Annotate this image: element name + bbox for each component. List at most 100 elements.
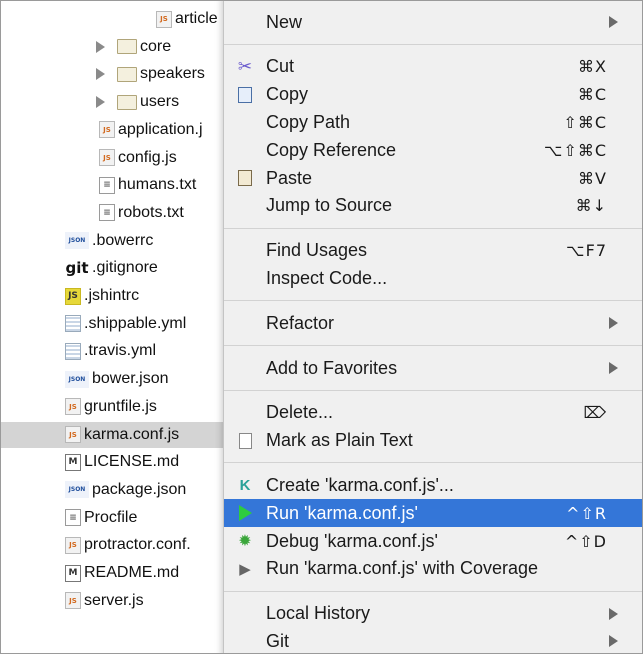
menu-item-label: Run 'karma.conf.js' with Coverage	[266, 558, 538, 579]
menu-item-label: Local History	[266, 603, 371, 624]
menu-item-local-history[interactable]: Local History	[224, 600, 642, 628]
menu-item-git[interactable]: Git	[224, 627, 642, 653]
copy-icon	[234, 84, 256, 106]
menu-item-copy[interactable]: Copy ⌘C	[224, 81, 642, 109]
tree-item-label: .gitignore	[92, 259, 158, 277]
tree-item-label: README.md	[84, 564, 180, 581]
menu-item-create-karma-conf-js[interactable]: K Create 'karma.conf.js'...	[224, 471, 642, 499]
menu-item-label: Cut	[266, 56, 295, 77]
menu-item-label: Delete...	[266, 402, 334, 423]
submenu-arrow-icon	[609, 362, 618, 374]
tree-item-label: protractor.conf.	[84, 536, 191, 554]
text-file-icon: ≡	[99, 204, 115, 222]
js-file-icon: JS	[65, 398, 81, 416]
menu-item-refactor[interactable]: Refactor	[224, 309, 642, 337]
menu-item-label: Inspect Code...	[266, 267, 388, 288]
js-file-icon: JS	[65, 536, 81, 554]
tree-item-label: .shippable.yml	[84, 314, 187, 332]
menu-item-label: Git	[266, 630, 290, 651]
js-file-icon: JS	[65, 426, 81, 443]
coverage-icon: ▶	[239, 560, 251, 578]
tree-item-label: speakers	[140, 65, 205, 83]
paste-icon	[234, 167, 256, 189]
menu-item-shortcut: ⌘V	[578, 168, 607, 188]
tree-item-label: robots.txt	[118, 203, 184, 221]
menu-item-label: Jump to Source	[266, 195, 393, 216]
menu-item-run-karma-conf-js[interactable]: Run 'karma.conf.js' ^⇧R	[224, 499, 642, 528]
submenu-arrow-icon	[609, 635, 618, 648]
menu-separator	[224, 300, 642, 302]
markdown-file-icon: M	[65, 453, 81, 471]
menu-item-new[interactable]: New	[224, 8, 642, 36]
menu-separator	[224, 590, 642, 592]
tree-item-label: config.js	[118, 148, 177, 166]
folder-icon	[117, 94, 137, 110]
scissors-icon: ✂	[237, 56, 253, 76]
menu-item-shortcut: ⌥F7	[566, 241, 607, 261]
submenu-arrow-icon	[609, 317, 618, 330]
yml-file-icon	[65, 315, 81, 333]
expand-arrow-icon[interactable]	[96, 40, 105, 53]
menu-item-label: New	[266, 11, 303, 32]
tree-item-label: users	[140, 93, 180, 111]
menu-item-label: Copy Reference	[266, 139, 397, 160]
tree-item-label: .bowerrc	[92, 231, 154, 249]
menu-item-jump-to-source[interactable]: Jump to Source ⌘↓	[224, 192, 642, 220]
json-file-icon: JSON	[65, 481, 89, 499]
menu-item-find-usages[interactable]: Find Usages ⌥F7	[224, 237, 642, 265]
menu-item-copy-reference[interactable]: Copy Reference ⌥⇧⌘C	[224, 136, 642, 164]
yml-file-icon	[65, 342, 81, 360]
submenu-arrow-icon	[609, 607, 618, 620]
tree-item-label: package.json	[92, 480, 187, 498]
menu-item-label: Refactor	[266, 312, 335, 333]
menu-item-mark-as-plain-text[interactable]: Mark as Plain Text	[224, 427, 642, 455]
tree-item-label: article	[175, 10, 218, 27]
git-file-icon: git	[65, 259, 89, 278]
js-file-icon: JS	[156, 10, 172, 28]
menu-item-run-karma-conf-js-with-coverage[interactable]: ▶ Run 'karma.conf.js' with Coverage	[224, 555, 642, 583]
menu-item-cut[interactable]: ✂ Cut ⌘X	[224, 53, 642, 81]
menu-item-label: Paste	[266, 167, 313, 188]
menu-item-label: Debug 'karma.conf.js'	[266, 530, 438, 551]
expand-arrow-icon[interactable]	[96, 96, 105, 109]
menu-item-label: Run 'karma.conf.js'	[266, 502, 418, 523]
markdown-file-icon: M	[65, 564, 81, 582]
menu-item-shortcut: ⌘↓	[575, 196, 607, 216]
submenu-arrow-icon	[609, 16, 618, 28]
menu-item-add-to-favorites[interactable]: Add to Favorites	[224, 354, 642, 382]
karma-icon: K	[239, 476, 251, 494]
menu-item-shortcut: ^⇧R	[566, 503, 607, 523]
menu-item-label: Copy	[266, 84, 309, 105]
menu-item-label: Create 'karma.conf.js'...	[266, 474, 454, 495]
expand-arrow-icon[interactable]	[96, 68, 105, 81]
menu-item-shortcut: ⌘C	[577, 85, 607, 105]
menu-separator	[224, 345, 642, 346]
jshint-file-icon: JS	[65, 287, 81, 305]
tree-item-label: .jshintrc	[84, 287, 140, 304]
js-file-icon: JS	[99, 121, 115, 139]
js-file-icon: JS	[99, 149, 115, 166]
text-file-icon: ≡	[99, 176, 115, 194]
menu-item-shortcut: ⇧⌘C	[563, 112, 607, 132]
debug-icon: ✹	[238, 533, 252, 550]
tree-item-label: core	[140, 37, 172, 55]
menu-item-shortcut: ⌦	[583, 403, 607, 423]
menu-item-paste[interactable]: Paste ⌘V	[224, 164, 642, 192]
menu-item-label: Copy Path	[266, 111, 351, 132]
menu-item-inspect-code[interactable]: Inspect Code...	[224, 264, 642, 292]
tree-item-label: .travis.yml	[84, 342, 156, 360]
tree-item-label: karma.conf.js	[84, 425, 180, 443]
tree-item-label: humans.txt	[118, 176, 197, 194]
menu-item-shortcut: ⌥⇧⌘C	[543, 140, 607, 160]
tree-item-label: bower.json	[92, 370, 169, 388]
tree-item-label: Procfile	[84, 508, 138, 526]
context-menu: New ✂ Cut ⌘X Copy ⌘C Copy Path ⇧⌘C Copy Referenc…	[223, 1, 642, 653]
menu-item-copy-path[interactable]: Copy Path ⇧⌘C	[224, 108, 642, 136]
tree-item-label: server.js	[84, 591, 144, 609]
menu-item-delete[interactable]: Delete... ⌦	[224, 399, 642, 427]
menu-item-shortcut: ⌘X	[578, 57, 607, 77]
menu-separator	[224, 389, 642, 391]
js-file-icon: JS	[65, 592, 81, 610]
menu-separator	[224, 462, 642, 464]
menu-item-debug-karma-conf-js[interactable]: ✹ Debug 'karma.conf.js' ^⇧D	[224, 527, 642, 555]
